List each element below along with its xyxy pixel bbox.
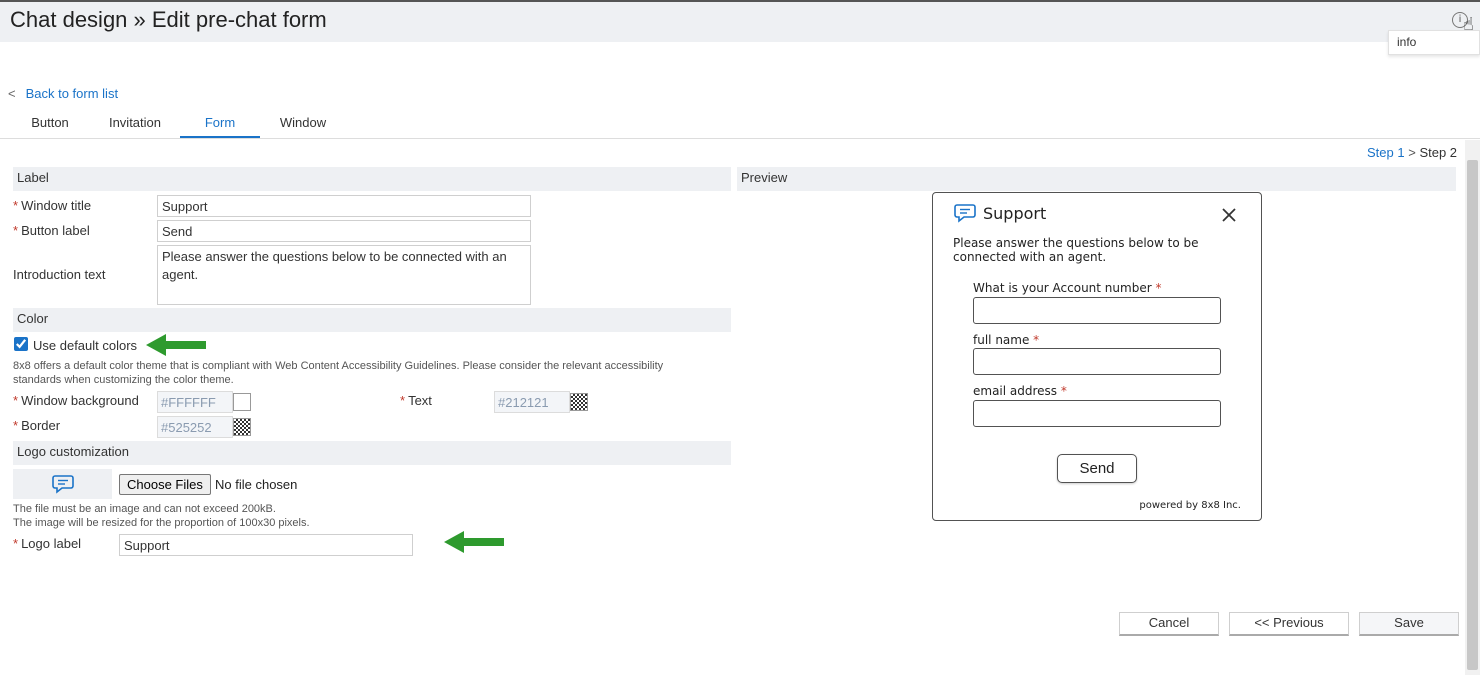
preview-intro-text: Please answer the questions below to be … [953,236,1199,264]
tab-button[interactable]: Button [10,115,90,139]
button-label-label: * Button label [13,223,90,238]
border-color-input[interactable] [157,416,233,438]
info-tooltip: info [1388,30,1480,55]
preview-window-title: Support [983,204,1047,223]
step-2-current: Step 2 [1419,145,1458,160]
preview-section-header: Preview [737,167,1456,191]
preview-field-label: full name * [973,333,1040,347]
tab-window[interactable]: Window [264,115,342,139]
logo-file-note-2: The image will be resized for the propor… [13,517,310,529]
preview-account-number-input [973,297,1221,324]
preview-field-label: email address * [973,384,1067,398]
chat-bubble-icon [52,475,74,494]
text-color-label: * Text [400,393,432,408]
save-button[interactable]: Save [1359,612,1459,636]
color-accessibility-note: 8x8 offers a default color theme that is… [13,360,664,386]
introduction-text-label: Introduction text [13,267,106,282]
window-background-label: * Window background [13,393,139,408]
scrollbar-thumb[interactable] [1467,160,1478,670]
back-link-label: Back to form list [25,86,119,101]
text-color-input[interactable] [494,391,570,413]
border-color-label: * Border [13,418,61,433]
logo-label-label: * Logo label [13,536,82,551]
no-file-chosen-text: No file chosen [215,477,298,492]
cancel-button[interactable]: Cancel [1119,612,1219,636]
preview-full-name-input [973,348,1221,375]
preview-send-button: Send [1057,454,1137,483]
step-separator: > [1408,145,1416,160]
green-arrow-icon [146,334,206,356]
chat-window-preview: Support Please answer the questions belo… [932,192,1262,521]
chevron-left-icon: < [8,86,16,101]
color-section-header: Color [13,308,731,332]
logo-section-header: Logo customization [13,441,731,465]
window-title-label: * Window title [13,198,92,213]
chat-bubble-icon [954,204,976,223]
text-color-swatch[interactable] [570,393,588,411]
logo-file-note-1: The file must be an image and can not ex… [13,503,276,515]
tab-invitation[interactable]: Invitation [96,115,174,139]
button-label-input[interactable] [157,220,531,242]
introduction-text-input[interactable]: Please answer the questions below to be … [157,245,531,305]
green-arrow-icon [444,531,504,553]
window-background-input[interactable] [157,391,233,413]
tab-form[interactable]: Form [180,115,260,139]
step-1-link[interactable]: Step 1 [1367,145,1405,160]
border-color-swatch[interactable] [233,418,251,436]
preview-field-label: What is your Account number * [973,281,1162,295]
powered-by-text: powered by 8x8 Inc. [1139,500,1241,511]
use-default-colors-label: Use default colors [33,338,138,353]
choose-files-button[interactable]: Choose Files [119,474,211,495]
use-default-colors-checkbox[interactable] [14,337,28,351]
back-to-form-list-link[interactable]: < Back to form list [8,86,118,101]
logo-preview [13,469,112,499]
preview-email-input [973,400,1221,427]
window-background-swatch[interactable] [233,393,251,411]
page-title: Chat design » Edit pre-chat form [10,7,327,32]
logo-label-input[interactable] [119,534,413,556]
previous-button[interactable]: << Previous [1229,612,1349,636]
close-icon [1222,208,1236,222]
tabs-divider [0,138,1480,139]
label-section-header: Label [13,167,731,191]
step-breadcrumb: Step 1 > Step 2 [1367,145,1457,160]
window-title-input[interactable] [157,195,531,217]
